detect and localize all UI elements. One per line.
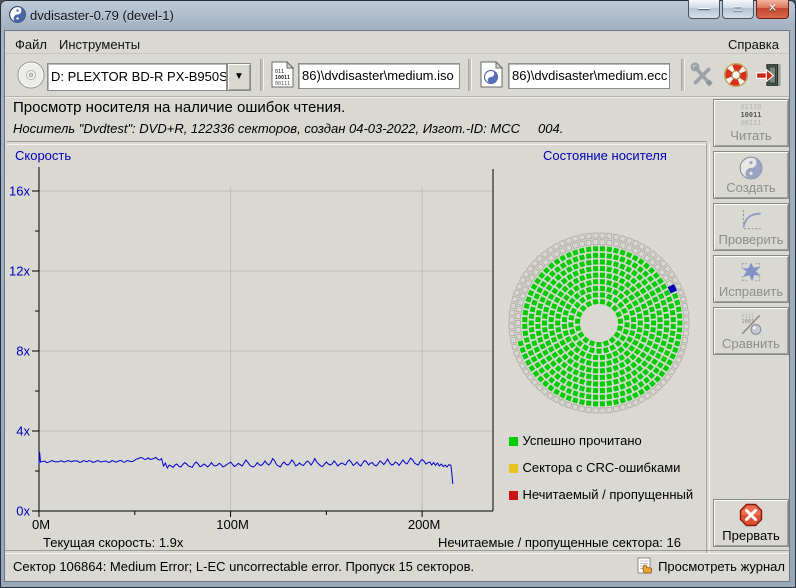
verify-button-label: Проверить bbox=[714, 232, 788, 247]
chevron-down-icon: ▼ bbox=[234, 71, 244, 82]
svg-text:01110: 01110 bbox=[740, 103, 761, 111]
dvdisaster-window: dvdisaster-0.79 (devel-1) — ▭ ✕ Файл Инс… bbox=[0, 0, 796, 588]
medium-info: Носитель "Dvdtest": DVD+R, 122336 сектор… bbox=[13, 121, 563, 136]
patch-splash-icon bbox=[738, 259, 764, 285]
svg-text:8x: 8x bbox=[16, 344, 30, 359]
verify-button[interactable]: Проверить bbox=[713, 203, 789, 251]
ecc-path-value: 86)\dvdisaster\medium.ecc bbox=[509, 64, 669, 88]
create-button[interactable]: Создать bbox=[713, 151, 789, 199]
app-yinyang-icon bbox=[9, 6, 26, 23]
unreadable-swatch bbox=[509, 491, 518, 500]
binary-icon: 01110 10011 00111 bbox=[734, 102, 768, 128]
abort-button[interactable]: Прервать bbox=[713, 499, 789, 547]
toolbar-separator bbox=[681, 59, 685, 91]
client-area: Файл Инструменты Справка D: PLEXTOR BD-R… bbox=[4, 30, 790, 582]
view-log-button[interactable]: Просмотреть журнал bbox=[637, 557, 785, 576]
current-speed: Текущая скорость: 1.9x bbox=[43, 535, 183, 550]
toolbar: D: PLEXTOR BD-R PX-B950SA ▼ 011 10011 00… bbox=[5, 54, 789, 97]
legend-label: Успешно прочитано bbox=[522, 433, 641, 448]
window-title: dvdisaster-0.79 (devel-1) bbox=[30, 8, 174, 23]
disc-panel-title: Состояние носителя bbox=[502, 148, 708, 163]
close-icon: ✕ bbox=[768, 4, 777, 15]
drive-combobox[interactable]: D: PLEXTOR BD-R PX-B950SA bbox=[47, 63, 227, 91]
iso-path-value: 86)\dvdisaster\medium.iso bbox=[299, 64, 459, 88]
statusbar-divider bbox=[5, 550, 789, 554]
svg-text:0x: 0x bbox=[16, 504, 30, 519]
svg-text:100M: 100M bbox=[216, 517, 249, 532]
maximize-button[interactable]: ▭ bbox=[722, 0, 754, 19]
read-button[interactable]: 01110 10011 00111 Читать bbox=[713, 99, 789, 147]
toolbar-separator bbox=[260, 59, 264, 91]
maximize-icon: ▭ bbox=[733, 4, 743, 15]
menu-help[interactable]: Справка bbox=[724, 35, 783, 54]
iso-file-icon: 011 10011 00111 bbox=[271, 61, 294, 88]
svg-text:12x: 12x bbox=[9, 264, 30, 279]
sidebar-divider bbox=[706, 143, 710, 553]
legend: Успешно прочитано Сектора с CRC-ошибками… bbox=[509, 433, 693, 514]
fix-button[interactable]: Исправить bbox=[713, 255, 789, 303]
menu-file[interactable]: Файл bbox=[11, 35, 51, 54]
svg-text:0M: 0M bbox=[32, 517, 50, 532]
svg-text:00111: 00111 bbox=[740, 119, 761, 127]
svg-text:16x: 16x bbox=[9, 184, 30, 199]
menu-tools[interactable]: Инструменты bbox=[55, 35, 144, 54]
disc-sector-map bbox=[507, 231, 699, 423]
svg-text:200M: 200M bbox=[408, 517, 441, 532]
legend-label: Сектора с CRC-ошибками bbox=[522, 460, 680, 475]
svg-text:10011: 10011 bbox=[740, 111, 761, 119]
view-log-label: Просмотреть журнал bbox=[658, 559, 785, 574]
minimize-button[interactable]: — bbox=[688, 0, 720, 19]
speed-chart: 0x 4x 8x 12x 16x 0M 100M 200M bbox=[5, 159, 501, 533]
disc-drive-icon[interactable] bbox=[15, 59, 47, 91]
ok-swatch bbox=[509, 437, 518, 446]
iso-path-input[interactable]: 86)\dvdisaster\medium.iso bbox=[298, 63, 460, 89]
skipped-sectors-count: Нечитаемые / пропущенные сектора: 16 bbox=[385, 535, 681, 550]
exit-door-icon[interactable] bbox=[755, 62, 781, 88]
minimize-icon: — bbox=[699, 4, 710, 15]
drive-combobox-value: D: PLEXTOR BD-R PX-B950SA bbox=[48, 64, 226, 90]
statusbar-message: Сектор 106864: Medium Error; L-EC uncorr… bbox=[13, 559, 474, 574]
svg-text:4x: 4x bbox=[16, 424, 30, 439]
toolbar-separator bbox=[468, 59, 472, 91]
legend-item-ok: Успешно прочитано bbox=[509, 433, 693, 460]
fix-button-label: Исправить bbox=[714, 284, 788, 299]
page-title: Просмотр носителя на наличие ошибок чтен… bbox=[13, 99, 345, 116]
read-button-label: Читать bbox=[714, 128, 788, 143]
legend-item-unreadable: Нечитаемый / пропущенный bbox=[509, 487, 693, 514]
svg-text:00111: 00111 bbox=[275, 81, 290, 87]
drive-dropdown-button[interactable]: ▼ bbox=[227, 63, 251, 91]
create-button-label: Создать bbox=[714, 180, 788, 195]
view-log-icon bbox=[637, 557, 654, 575]
tools-icon[interactable] bbox=[689, 62, 715, 88]
titlebar[interactable]: dvdisaster-0.79 (devel-1) — ▭ ✕ bbox=[0, 0, 796, 30]
close-button[interactable]: ✕ bbox=[756, 0, 789, 19]
yinyang-icon bbox=[738, 155, 764, 181]
abort-octagon-icon bbox=[739, 503, 763, 527]
header-divider bbox=[7, 141, 707, 145]
compare-disc-icon: 0111 1001 bbox=[738, 311, 764, 337]
ecc-path-input[interactable]: 86)\dvdisaster\medium.ecc bbox=[508, 63, 670, 89]
ecc-file-icon bbox=[480, 61, 503, 88]
crc-swatch bbox=[509, 464, 518, 473]
lifebuoy-icon[interactable] bbox=[723, 62, 749, 88]
compare-button[interactable]: 0111 1001 Сравнить bbox=[713, 307, 789, 355]
curve-chart-icon bbox=[738, 207, 764, 233]
abort-button-label: Прервать bbox=[714, 528, 788, 543]
menubar: Файл Инструменты Справка bbox=[5, 31, 789, 54]
compare-button-label: Сравнить bbox=[714, 336, 788, 351]
legend-item-crc: Сектора с CRC-ошибками bbox=[509, 460, 693, 487]
legend-label: Нечитаемый / пропущенный bbox=[522, 487, 693, 502]
